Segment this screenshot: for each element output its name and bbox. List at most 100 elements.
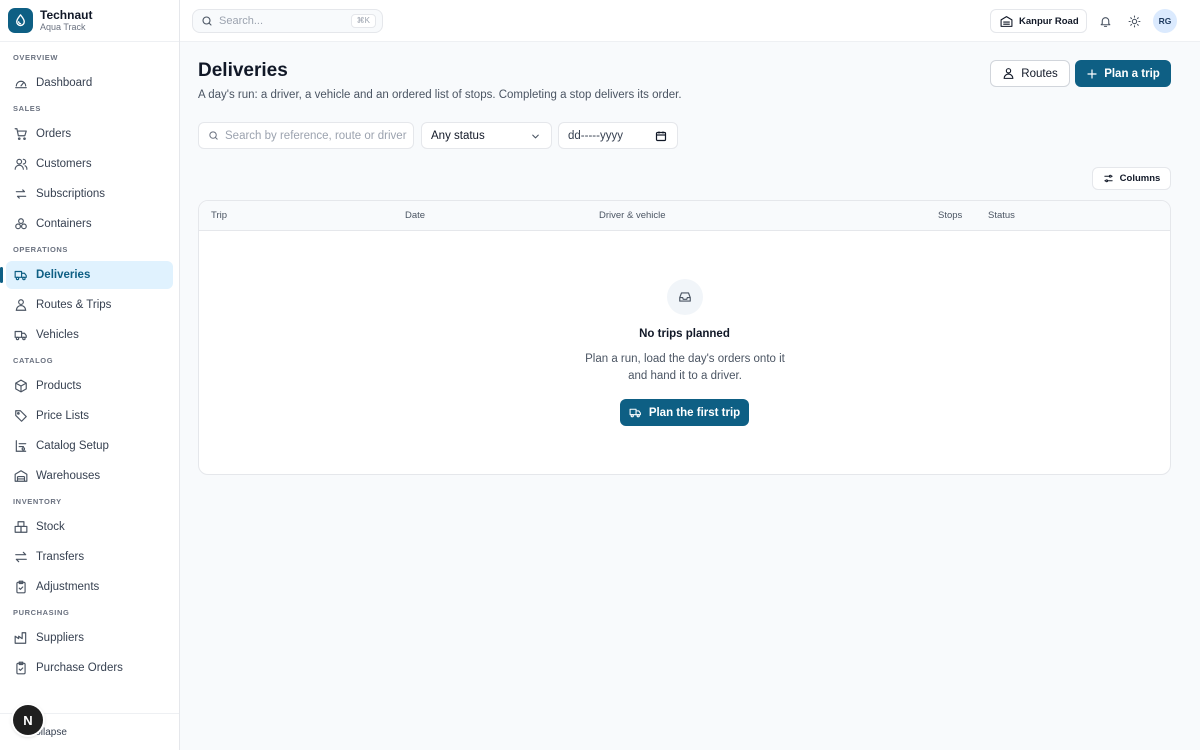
notifications-button[interactable] [1096, 12, 1114, 30]
sidebar-item-suppliers[interactable]: Suppliers [6, 624, 173, 652]
section-label-purchasing: PURCHASING [13, 608, 70, 617]
column-header-stops[interactable]: Stops [938, 210, 962, 221]
sidebar-item-warehouses[interactable]: Warehouses [6, 462, 173, 490]
sidebar-item-label: Vehicles [36, 329, 79, 341]
sliders-icon [1104, 174, 1113, 183]
plan-trip-button[interactable]: Plan a trip [1075, 60, 1171, 87]
sidebar: Technaut Aqua Track OVERVIEW Dashboard S… [0, 0, 180, 750]
sidebar-item-price-lists[interactable]: Price Lists [6, 402, 173, 430]
column-header-driver-vehicle[interactable]: Driver & vehicle [599, 210, 666, 221]
warehouse-icon [14, 470, 28, 482]
routes-button-label: Routes [1021, 67, 1058, 80]
sidebar-item-containers[interactable]: Containers [6, 210, 173, 238]
location-selector[interactable]: Kanpur Road [990, 9, 1087, 33]
plan-trip-button-label: Plan a trip [1104, 67, 1160, 80]
status-select[interactable]: Any status [421, 122, 552, 149]
theme-toggle[interactable] [1125, 12, 1143, 30]
sidebar-item-transfers[interactable]: Transfers [6, 543, 173, 571]
date-input[interactable]: dd-----yyyy [558, 122, 678, 149]
chevron-down-icon [532, 134, 539, 139]
sidebar-item-purchase-orders[interactable]: Purchase Orders [6, 654, 173, 682]
sidebar-item-label: Catalog Setup [36, 440, 109, 452]
warehouse-icon [1000, 15, 1013, 27]
gauge-icon [15, 80, 27, 89]
sidebar-item-dashboard[interactable]: Dashboard [6, 69, 173, 97]
sidebar-item-label: Routes & Trips [36, 299, 112, 311]
floating-badge[interactable]: N [13, 705, 43, 735]
global-search[interactable]: Search... ⌘K [192, 9, 383, 33]
main-content: Deliveries A day's run: a driver, a vehi… [180, 42, 1200, 750]
sidebar-item-label: Suppliers [36, 632, 84, 644]
brand[interactable]: Technaut Aqua Track [8, 8, 92, 33]
sidebar-item-label: Subscriptions [36, 188, 106, 200]
sidebar-item-label: Deliveries [36, 269, 91, 281]
clipboard-check-icon [16, 580, 26, 594]
trip-search-input[interactable]: Search by reference, route or driver [198, 122, 414, 149]
section-label-catalog: CATALOG [13, 356, 54, 365]
cart-icon [14, 128, 27, 141]
sidebar-item-label: Adjustments [36, 581, 100, 593]
empty-state-title: No trips planned [639, 328, 730, 340]
sidebar-nav: OVERVIEW Dashboard SALES Orders Customer… [0, 46, 179, 684]
truck-icon [14, 270, 27, 281]
plan-first-trip-label: Plan the first trip [648, 406, 741, 419]
sidebar-item-stock[interactable]: Stock [6, 513, 173, 541]
plus-icon [1087, 68, 1097, 79]
sidebar-item-customers[interactable]: Customers [6, 150, 173, 178]
topbar: Search... ⌘K Kanpur Road RG [180, 0, 1200, 42]
clipboard-check-icon [16, 661, 26, 675]
section-label-inventory: INVENTORY [13, 497, 62, 506]
truck-icon [14, 330, 27, 341]
settings-layout-icon [15, 440, 27, 452]
date-input-value: dd-----yyyy [568, 129, 623, 142]
sidebar-item-catalog-setup[interactable]: Catalog Setup [6, 432, 173, 460]
sidebar-item-label: Containers [36, 218, 92, 230]
plan-first-trip-button[interactable]: Plan the first trip [620, 399, 749, 426]
location-label: Kanpur Road [1019, 15, 1079, 27]
sidebar-item-label: Transfers [36, 551, 85, 563]
sidebar-item-subscriptions[interactable]: Subscriptions [6, 180, 173, 208]
columns-button[interactable]: Columns [1092, 167, 1171, 190]
factory-icon [14, 632, 27, 644]
sidebar-item-label: Purchase Orders [36, 662, 123, 674]
column-header-trip[interactable]: Trip [211, 210, 227, 221]
sidebar-item-deliveries[interactable]: Deliveries [0, 261, 173, 289]
inbox-icon [667, 279, 703, 315]
calendar-icon[interactable] [655, 130, 667, 142]
trips-table: Trip Date Driver & vehicle Stops Status … [198, 200, 1171, 475]
sidebar-item-adjustments[interactable]: Adjustments [6, 573, 173, 601]
users-icon [14, 158, 28, 170]
route-user-icon [15, 299, 27, 311]
search-shortcut: ⌘K [350, 14, 376, 28]
route-user-icon [1003, 68, 1014, 79]
section-label-overview: OVERVIEW [13, 53, 59, 62]
sidebar-item-products[interactable]: Products [6, 372, 173, 400]
columns-button-label: Columns [1119, 173, 1161, 184]
column-header-status[interactable]: Status [988, 210, 1015, 221]
trip-search-placeholder: Search by reference, route or driver [225, 129, 407, 142]
page-subtitle: A day's run: a driver, a vehicle and an … [198, 89, 682, 101]
sidebar-item-routes-trips[interactable]: Routes & Trips [6, 291, 173, 319]
truck-icon [629, 408, 641, 418]
search-icon [209, 131, 218, 140]
brand-logo-icon [8, 8, 33, 33]
sidebar-item-label: Warehouses [36, 470, 101, 482]
sidebar-item-label: Orders [36, 128, 72, 140]
table-header: Trip Date Driver & vehicle Stops Status [199, 201, 1170, 231]
status-select-value: Any status [431, 129, 485, 142]
sidebar-item-label: Products [36, 380, 82, 392]
search-placeholder: Search... [219, 15, 264, 27]
tag-icon [15, 410, 27, 422]
sidebar-item-vehicles[interactable]: Vehicles [6, 321, 173, 349]
avatar[interactable]: RG [1153, 9, 1177, 33]
boxes-icon [14, 521, 28, 533]
sidebar-item-label: Dashboard [36, 77, 93, 89]
page-title: Deliveries [198, 60, 288, 81]
sidebar-item-label: Customers [36, 158, 92, 170]
column-header-date[interactable]: Date [405, 210, 425, 221]
routes-button[interactable]: Routes [990, 60, 1070, 87]
sidebar-item-orders[interactable]: Orders [6, 120, 173, 148]
empty-state-description: Plan a run, load the day's orders onto i… [585, 353, 785, 382]
search-icon [202, 16, 212, 26]
bell-icon [1100, 16, 1110, 27]
